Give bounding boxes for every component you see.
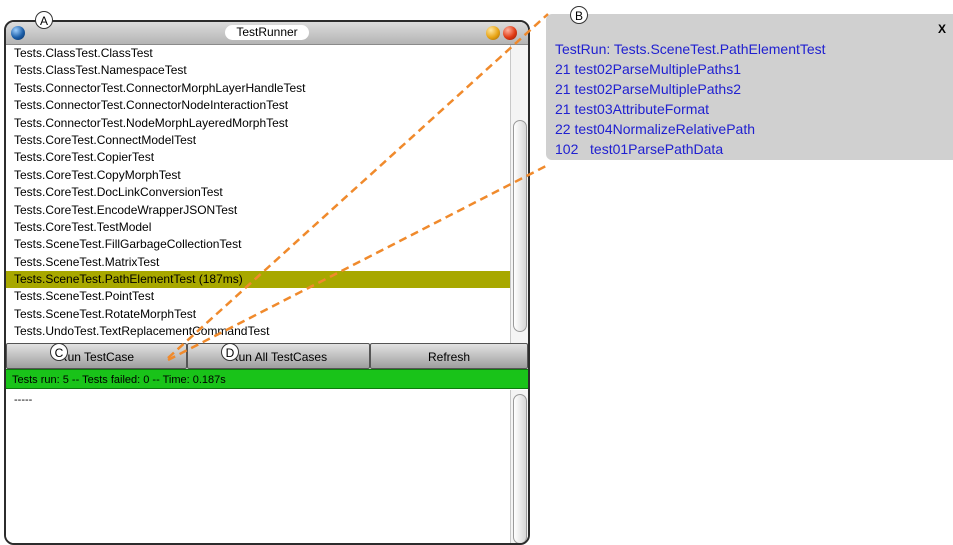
testrunner-window: TestRunner Tests.ClassTest.ClassTest Test… bbox=[4, 20, 530, 545]
test-run-popup: X TestRun: Tests.SceneTest.PathElementTe… bbox=[546, 14, 953, 160]
popup-result-line: 21 test02ParseMultiplePaths2 bbox=[555, 81, 741, 97]
refresh-label: Refresh bbox=[427, 350, 471, 364]
title-bar[interactable]: TestRunner bbox=[6, 22, 528, 45]
output-text: ----- bbox=[14, 394, 33, 406]
test-list-item[interactable]: Tests.ConnectorTest.ConnectorNodeInterac… bbox=[6, 97, 510, 114]
scrollbar-thumb[interactable] bbox=[513, 394, 527, 543]
status-bar: Tests run: 5 -- Tests failed: 0 -- Time:… bbox=[6, 369, 528, 389]
scrollbar-thumb[interactable] bbox=[513, 120, 527, 332]
test-list-item[interactable]: Tests.CoreTest.TestModel bbox=[6, 219, 510, 236]
refresh-button[interactable]: Refresh bbox=[370, 343, 528, 369]
window-title: TestRunner bbox=[225, 25, 309, 40]
popup-results: TestRun: Tests.SceneTest.PathElementTest… bbox=[555, 39, 826, 159]
popup-close-button[interactable]: X bbox=[934, 20, 950, 38]
popup-result-line: 21 test02ParseMultiplePaths1 bbox=[555, 61, 741, 77]
test-list-item[interactable]: Tests.ClassTest.NamespaceTest bbox=[6, 62, 510, 79]
test-list-item[interactable]: Tests.SceneTest.MatrixTest bbox=[6, 254, 510, 271]
test-list-item[interactable]: Tests.SceneTest.PathElementTest (187ms) bbox=[6, 271, 510, 289]
popup-result-line: 21 test03AttributeFormat bbox=[555, 101, 710, 117]
test-list-item[interactable]: Tests.UndoTest.TextReplacementCommandTes… bbox=[6, 323, 510, 340]
window-menu-icon[interactable] bbox=[11, 26, 25, 40]
popup-result-line: TestRun: Tests.SceneTest.PathElementTest bbox=[555, 41, 826, 57]
run-testcase-label: Run TestCase bbox=[58, 350, 135, 364]
run-all-label: Run All TestCases bbox=[229, 350, 328, 364]
run-testcase-button[interactable]: Run TestCase bbox=[6, 343, 187, 369]
test-list-item[interactable]: Tests.CoreTest.CopyMorphTest bbox=[6, 167, 510, 184]
close-icon[interactable] bbox=[503, 26, 517, 40]
output-scrollbar[interactable] bbox=[510, 390, 528, 543]
popup-result-line: 22 test04NormalizeRelativePath bbox=[555, 121, 755, 137]
test-list-item[interactable]: Tests.CoreTest.DocLinkConversionTest bbox=[6, 184, 510, 201]
run-all-testcases-button[interactable]: Run All TestCases bbox=[187, 343, 370, 369]
output-pane[interactable]: ----- bbox=[6, 390, 510, 543]
test-case-list[interactable]: Tests.ClassTest.ClassTest Tests.ClassTest… bbox=[6, 45, 510, 364]
test-list-scrollbar[interactable] bbox=[510, 45, 528, 364]
test-list-item[interactable]: Tests.CoreTest.CopierTest bbox=[6, 149, 510, 166]
test-list-item[interactable]: Tests.ConnectorTest.NodeMorphLayeredMorp… bbox=[6, 115, 510, 132]
test-list-item[interactable]: Tests.CoreTest.ConnectModelTest bbox=[6, 132, 510, 149]
test-list-item[interactable]: Tests.ConnectorTest.ConnectorMorphLayerH… bbox=[6, 80, 510, 97]
test-list-item[interactable]: Tests.SceneTest.RotateMorphTest bbox=[6, 306, 510, 323]
test-list-item[interactable]: Tests.SceneTest.FillGarbageCollectionTes… bbox=[6, 236, 510, 253]
minimize-icon[interactable] bbox=[486, 26, 500, 40]
test-list-item[interactable]: Tests.ClassTest.ClassTest bbox=[6, 45, 510, 62]
test-list-item[interactable]: Tests.SceneTest.PointTest bbox=[6, 288, 510, 305]
test-list-item[interactable]: Tests.CoreTest.EncodeWrapperJSONTest bbox=[6, 202, 510, 219]
popup-result-line: 102 test01ParsePathData bbox=[555, 141, 724, 157]
